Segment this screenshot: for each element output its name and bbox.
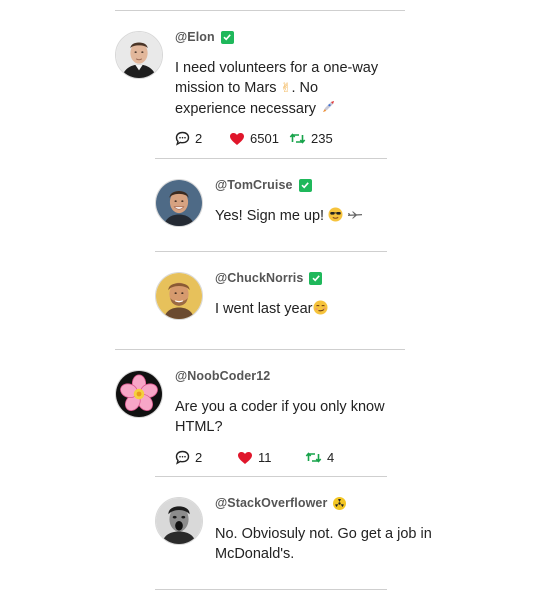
retweet-button[interactable]: 235 <box>289 131 333 146</box>
like-button[interactable]: 11 <box>237 450 305 465</box>
divider <box>155 589 387 590</box>
avatar-noobcoder12[interactable] <box>115 370 163 418</box>
post-header: @Elon <box>175 30 234 44</box>
like-count: 11 <box>258 450 272 465</box>
smirking-face-icon <box>313 300 328 317</box>
feed: @Elon I need volunteers for a one-way mi… <box>0 0 543 610</box>
comment-count: 2 <box>195 450 203 465</box>
verified-check-icon <box>220 30 234 44</box>
reply-header: @TomCruise <box>215 178 312 192</box>
divider <box>155 476 387 477</box>
avatar-stackoverflower[interactable] <box>155 497 203 545</box>
reply-header: @ChuckNorris <box>215 271 323 285</box>
avatar-tomcruise[interactable] <box>155 179 203 227</box>
divider <box>115 349 405 350</box>
reply-text: No. Obviosuly not. Go get a job in McDon… <box>215 526 432 562</box>
avatar-elon[interactable] <box>115 31 163 79</box>
username[interactable]: @StackOverflower <box>215 496 327 510</box>
reply-text: Yes! Sign me up! <box>215 206 435 226</box>
retweet-count: 235 <box>311 131 333 146</box>
username[interactable]: @NoobCoder12 <box>175 369 270 383</box>
username[interactable]: @ChuckNorris <box>215 271 303 285</box>
heart-icon <box>238 451 252 464</box>
reply-text: I went last year <box>215 299 435 319</box>
comment-button[interactable]: 2 <box>175 450 237 465</box>
post-actions: 2 6501 235 <box>175 131 333 146</box>
divider <box>115 10 405 11</box>
username[interactable]: @TomCruise <box>215 178 293 192</box>
username[interactable]: @Elon <box>175 30 215 44</box>
divider <box>155 158 387 159</box>
hazard-icon <box>333 496 347 510</box>
comment-icon <box>175 131 190 146</box>
retweet-count: 4 <box>327 450 335 465</box>
verified-check-icon <box>309 271 323 285</box>
like-button[interactable]: 6501 <box>229 131 289 146</box>
post-text: I need volunteers for a one-way mission … <box>175 60 379 117</box>
retweet-button[interactable]: 4 <box>305 450 334 465</box>
rocket-icon <box>320 101 336 117</box>
post-text: Are you a coder if you only know HTML? <box>175 399 385 435</box>
retweet-icon <box>305 452 322 463</box>
verified-check-icon <box>298 178 312 192</box>
sunglasses-face-icon <box>328 207 347 224</box>
comment-button[interactable]: 2 <box>175 131 229 146</box>
like-count: 6501 <box>250 131 279 146</box>
divider <box>155 251 387 252</box>
victory-hand-icon: ✌ <box>280 81 292 96</box>
post-header: @NoobCoder12 <box>175 369 270 383</box>
comment-count: 2 <box>195 131 203 146</box>
avatar-chucknorris[interactable] <box>155 272 203 320</box>
reply-header: @StackOverflower <box>215 496 347 510</box>
heart-icon <box>230 132 244 145</box>
comment-icon <box>175 450 190 465</box>
retweet-icon <box>289 133 306 144</box>
post-actions: 2 11 4 <box>175 450 334 465</box>
airplane-icon <box>347 208 363 224</box>
